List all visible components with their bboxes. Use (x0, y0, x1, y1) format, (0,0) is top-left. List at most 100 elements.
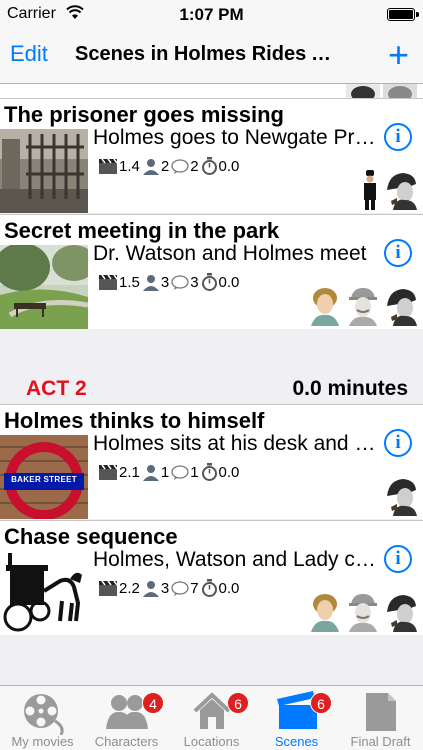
info-button[interactable]: i (384, 429, 412, 457)
character-count: 3 (160, 273, 170, 291)
character-count: 3 (160, 579, 170, 597)
battery-icon (387, 8, 419, 21)
scene-stats: 2.2 3 7 0.0 (98, 579, 241, 597)
person-icon (142, 464, 159, 481)
scene-number: 1.5 (119, 273, 140, 291)
scene-thumbnail (0, 551, 88, 635)
page-title: Scenes in Holmes Rides Again (75, 43, 343, 65)
scene-row[interactable]: Chase sequence Holmes, Watson and Lady c… (0, 520, 423, 635)
scene-number: 2.1 (119, 463, 140, 481)
scene-title: Chase sequence (4, 524, 178, 549)
speech-bubble-icon (171, 580, 189, 596)
stopwatch-icon (201, 579, 217, 597)
status-bar: Carrier 1:07 PM (0, 0, 423, 30)
dialog-count: 7 (190, 579, 199, 597)
scene-thumbnail (0, 129, 88, 213)
scene-number: 2.2 (119, 579, 140, 597)
person-icon (142, 274, 159, 291)
tab-label: Scenes (274, 734, 319, 749)
scene-characters (307, 286, 419, 326)
clapperboard-icon (99, 580, 118, 596)
speech-bubble-icon (171, 464, 189, 480)
character-count: 1 (160, 463, 170, 481)
scene-summary: Holmes sits at his desk and thinks (93, 432, 377, 455)
scene-row[interactable]: Secret meeting in the park Dr. Watson an… (0, 214, 423, 329)
dialog-count: 2 (190, 157, 199, 175)
lady-portrait-icon (311, 288, 339, 326)
info-button[interactable]: i (384, 545, 412, 573)
tab-label: Characters (94, 734, 159, 749)
scene-number: 1.4 (119, 157, 140, 175)
scene-row[interactable]: The prisoner goes missing Holmes goes to… (0, 98, 423, 213)
edit-button[interactable]: Edit (10, 41, 48, 67)
scene-summary: Holmes goes to Newgate Prison (93, 126, 377, 149)
tab-locations[interactable]: 6 Locations (169, 686, 254, 750)
tab-label: Final Draft (350, 734, 411, 749)
policeman-icon (364, 170, 376, 210)
add-scene-button[interactable]: + (388, 33, 409, 77)
tab-characters[interactable]: 4 Characters (84, 686, 169, 750)
sherlock-holmes-icon (387, 173, 417, 210)
scene-summary: Dr. Watson and Holmes meet (93, 242, 367, 265)
act-header: ACT 2 0.0 minutes (0, 377, 423, 403)
station-sign-text: BAKER STREET (11, 475, 77, 484)
dialog-count: 3 (190, 273, 199, 291)
tab-final-draft[interactable]: Final Draft (338, 686, 423, 750)
scene-stats: 1.5 3 3 0.0 (98, 273, 241, 291)
notification-badge: 6 (227, 692, 249, 714)
dialog-count: 1 (190, 463, 199, 481)
scene-characters (359, 170, 419, 210)
stopwatch-icon (201, 157, 217, 175)
film-reel-icon (23, 694, 64, 735)
tab-label: My movies (11, 734, 74, 749)
navigation-bar: Edit Scenes in Holmes Rides Again + (0, 30, 423, 84)
info-button[interactable]: i (384, 123, 412, 151)
duration-minutes: 0.0 (218, 157, 240, 175)
character-portrait-icon (346, 84, 380, 98)
duration-minutes: 0.0 (218, 579, 240, 597)
tab-scenes[interactable]: 6 Scenes (254, 686, 339, 750)
clapperboard-icon (99, 274, 118, 290)
partial-scene-row[interactable] (0, 84, 423, 98)
person-icon (142, 158, 159, 175)
speech-bubble-icon (171, 274, 189, 290)
clapperboard-icon (99, 158, 118, 174)
scene-characters (383, 476, 419, 516)
info-button[interactable]: i (384, 239, 412, 267)
speech-bubble-icon (171, 158, 189, 174)
clock: 1:07 PM (179, 5, 244, 24)
tab-my-movies[interactable]: My movies (0, 686, 85, 750)
stopwatch-icon (201, 463, 217, 481)
tab-label: Locations (183, 734, 240, 749)
stopwatch-icon (201, 273, 217, 291)
scene-thumbnail (0, 245, 88, 329)
person-icon (142, 580, 159, 597)
sherlock-holmes-icon (387, 479, 417, 516)
character-count: 2 (160, 157, 170, 175)
notification-badge: 6 (310, 692, 332, 714)
character-portrait-icon (383, 84, 417, 98)
scene-stats: 1.4 2 2 0.0 (98, 157, 241, 175)
document-icon (365, 693, 396, 731)
watson-portrait-icon (349, 594, 377, 632)
act-duration: 0.0 minutes (292, 377, 408, 400)
notification-badge: 4 (142, 692, 164, 714)
duration-minutes: 0.0 (218, 273, 240, 291)
act-label: ACT 2 (26, 377, 87, 400)
duration-minutes: 0.0 (218, 463, 240, 481)
watson-portrait-icon (349, 288, 377, 326)
lady-portrait-icon (311, 594, 339, 632)
scene-title: Secret meeting in the park (4, 218, 280, 243)
scene-title: The prisoner goes missing (4, 102, 284, 127)
tab-bar: My movies 4 Characters 6 Locations 6 Sce… (0, 685, 423, 750)
scene-thumbnail: BAKER STREET (0, 435, 88, 519)
scene-row[interactable]: Holmes thinks to himself BAKER STREET Ho… (0, 404, 423, 519)
sherlock-holmes-icon (387, 289, 417, 326)
clapperboard-icon (99, 464, 118, 480)
house-icon (193, 692, 230, 729)
scene-stats: 2.1 1 1 0.0 (98, 463, 241, 481)
scene-characters (307, 592, 419, 632)
sherlock-holmes-icon (387, 595, 417, 632)
scene-summary: Holmes, Watson and Lady chase (93, 548, 377, 571)
scene-title: Holmes thinks to himself (4, 408, 265, 433)
